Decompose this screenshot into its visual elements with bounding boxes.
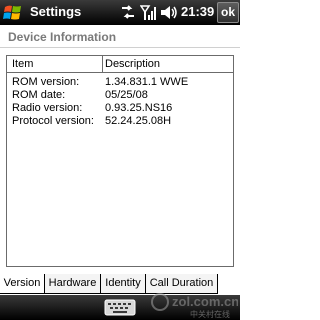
row-description: 0.93.25.NS16 xyxy=(105,102,173,114)
row-description: 1.34.831.1 WWE xyxy=(105,76,189,88)
title-bar: Settings 21:39 ok xyxy=(0,0,240,25)
column-header-description[interactable]: Description xyxy=(105,57,160,72)
tab-hardware[interactable]: Hardware xyxy=(45,274,101,294)
row-item: Protocol version: xyxy=(12,115,94,127)
row-description: 52.24.25.08H xyxy=(105,115,172,127)
app-title: Settings xyxy=(30,4,82,19)
row-item: Radio version: xyxy=(12,102,83,114)
keyboard-icon[interactable] xyxy=(104,299,136,316)
row-item: ROM version: xyxy=(12,76,80,88)
page-title: Device Information xyxy=(8,30,117,44)
row-item: ROM date: xyxy=(12,89,66,101)
zol-watermark: zol.com.cn 中关村在线 xyxy=(151,293,238,319)
list-row[interactable]: ROM version: 1.34.831.1 WWE xyxy=(7,76,233,89)
watermark-text: zol.com.cn xyxy=(172,294,238,309)
column-divider[interactable] xyxy=(102,56,103,73)
tab-identity[interactable]: Identity xyxy=(101,274,146,294)
clock[interactable]: 21:39 xyxy=(181,4,214,20)
tab-version[interactable]: Version xyxy=(0,274,45,294)
list-row[interactable]: Protocol version: 52.24.25.08H xyxy=(7,115,233,128)
section-header: Device Information xyxy=(0,25,240,48)
data-connection-icon[interactable] xyxy=(120,4,136,21)
list-row[interactable]: ROM date: 05/25/08 xyxy=(7,89,233,102)
ok-button[interactable]: ok xyxy=(217,2,239,23)
list-header: Item Description xyxy=(7,56,233,73)
column-header-item[interactable]: Item xyxy=(12,57,33,72)
watermark-subtext: 中关村在线 xyxy=(190,309,230,319)
volume-icon[interactable] xyxy=(160,4,178,21)
device-info-list[interactable]: Item Description ROM version: 1.34.831.1… xyxy=(6,55,234,267)
row-description: 05/25/08 xyxy=(105,89,148,101)
windows-start-icon[interactable] xyxy=(3,3,23,22)
list-row[interactable]: Radio version: 0.93.25.NS16 xyxy=(7,102,233,115)
signal-strength-icon[interactable] xyxy=(140,4,156,21)
